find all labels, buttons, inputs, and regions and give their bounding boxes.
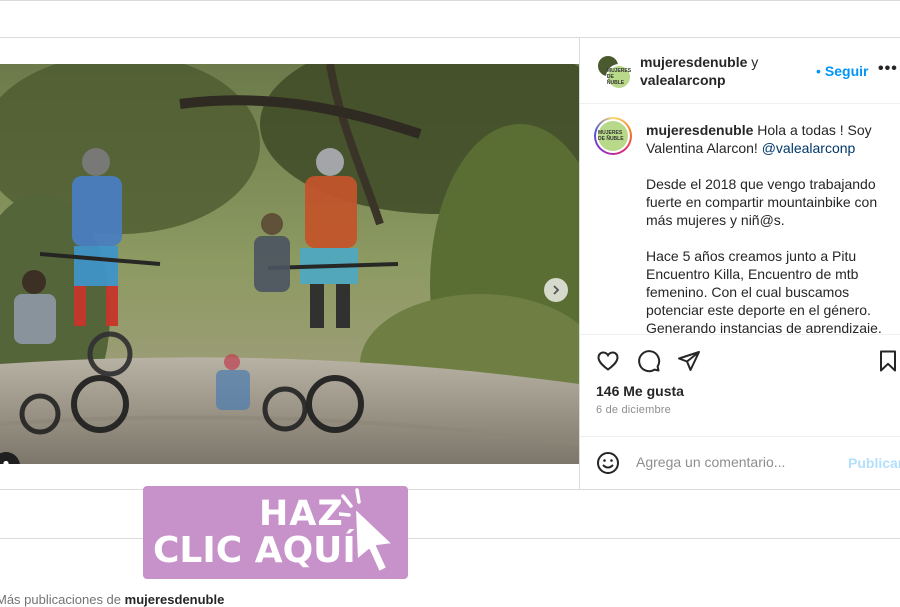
heart-icon[interactable] [596, 349, 620, 373]
comment-bar: Publicar [580, 436, 900, 490]
next-image-button[interactable] [544, 278, 568, 302]
avatar: MUJERES DE ÑUBLE [606, 64, 632, 90]
divider [0, 538, 900, 539]
caption-avatar-logo-text: MUJERES DE ÑUBLE [598, 130, 624, 142]
caption-avatar[interactable]: MUJERES DE ÑUBLE [594, 117, 632, 155]
cursor-click-icon [339, 488, 394, 573]
author-link[interactable]: mujeresdenuble [640, 54, 747, 70]
user-tag-icon [3, 460, 9, 464]
comment-icon[interactable] [637, 349, 661, 373]
dot-separator: • [816, 63, 821, 79]
caption-paragraph-2: Desde el 2018 que vengo trabajando fuert… [646, 176, 878, 228]
cta-line2: CLIC AQUÍ [153, 530, 356, 571]
post-date[interactable]: 6 de diciembre [596, 404, 671, 416]
post-dialog: MUJERES DE ÑUBLE mujeresdenuble y valeal… [0, 38, 900, 490]
caption-author[interactable]: mujeresdenuble [646, 122, 753, 138]
emoji-icon[interactable] [596, 451, 620, 475]
caption-mention[interactable]: @valealarconp [762, 140, 856, 156]
avatar: MUJERES DE ÑUBLE [598, 121, 628, 151]
likes-count[interactable]: 146 Me gusta [596, 383, 684, 399]
top-bar [0, 0, 900, 38]
publish-button[interactable]: Publicar [848, 455, 900, 471]
author-conjunction: y [747, 54, 759, 70]
cta-line1: HAZ [259, 494, 344, 534]
avatar-stack[interactable]: MUJERES DE ÑUBLE [596, 54, 632, 90]
chevron-right-icon [553, 285, 560, 295]
caption-text: mujeresdenuble Hola a todas ! Soy Valent… [646, 121, 891, 333]
post-image[interactable] [0, 64, 579, 464]
bookmark-icon[interactable] [876, 349, 900, 373]
author-names: mujeresdenuble y valealarconp [640, 53, 758, 89]
share-icon[interactable] [677, 349, 701, 373]
caption-area: MUJERES DE ÑUBLE mujeresdenuble Hola a t… [580, 105, 900, 333]
caption-paragraph-1: mujeresdenuble Hola a todas ! Soy Valent… [646, 121, 891, 157]
post-actions: 146 Me gusta 6 de diciembre [580, 334, 900, 436]
caption-avatar-ring: MUJERES DE ÑUBLE [596, 119, 630, 153]
follow-button[interactable]: • Seguir [816, 63, 868, 79]
caption-paragraph-3: Hace 5 años creamos junto a Pitu Encuent… [646, 248, 882, 333]
click-here-banner[interactable]: HAZ CLIC AQUÍ [143, 486, 408, 579]
avatar-logo-text: MUJERES DE ÑUBLE [606, 68, 632, 86]
comment-input[interactable] [636, 454, 836, 470]
post-header: MUJERES DE ÑUBLE mujeresdenuble y valeal… [580, 38, 900, 104]
follow-label: Seguir [824, 63, 869, 79]
post-sidebar: MUJERES DE ÑUBLE mujeresdenuble y valeal… [579, 38, 900, 490]
mountainbike-photo [0, 64, 579, 464]
coauthor-link[interactable]: valealarconp [640, 72, 726, 88]
more-options-button[interactable]: ••• [878, 60, 898, 78]
